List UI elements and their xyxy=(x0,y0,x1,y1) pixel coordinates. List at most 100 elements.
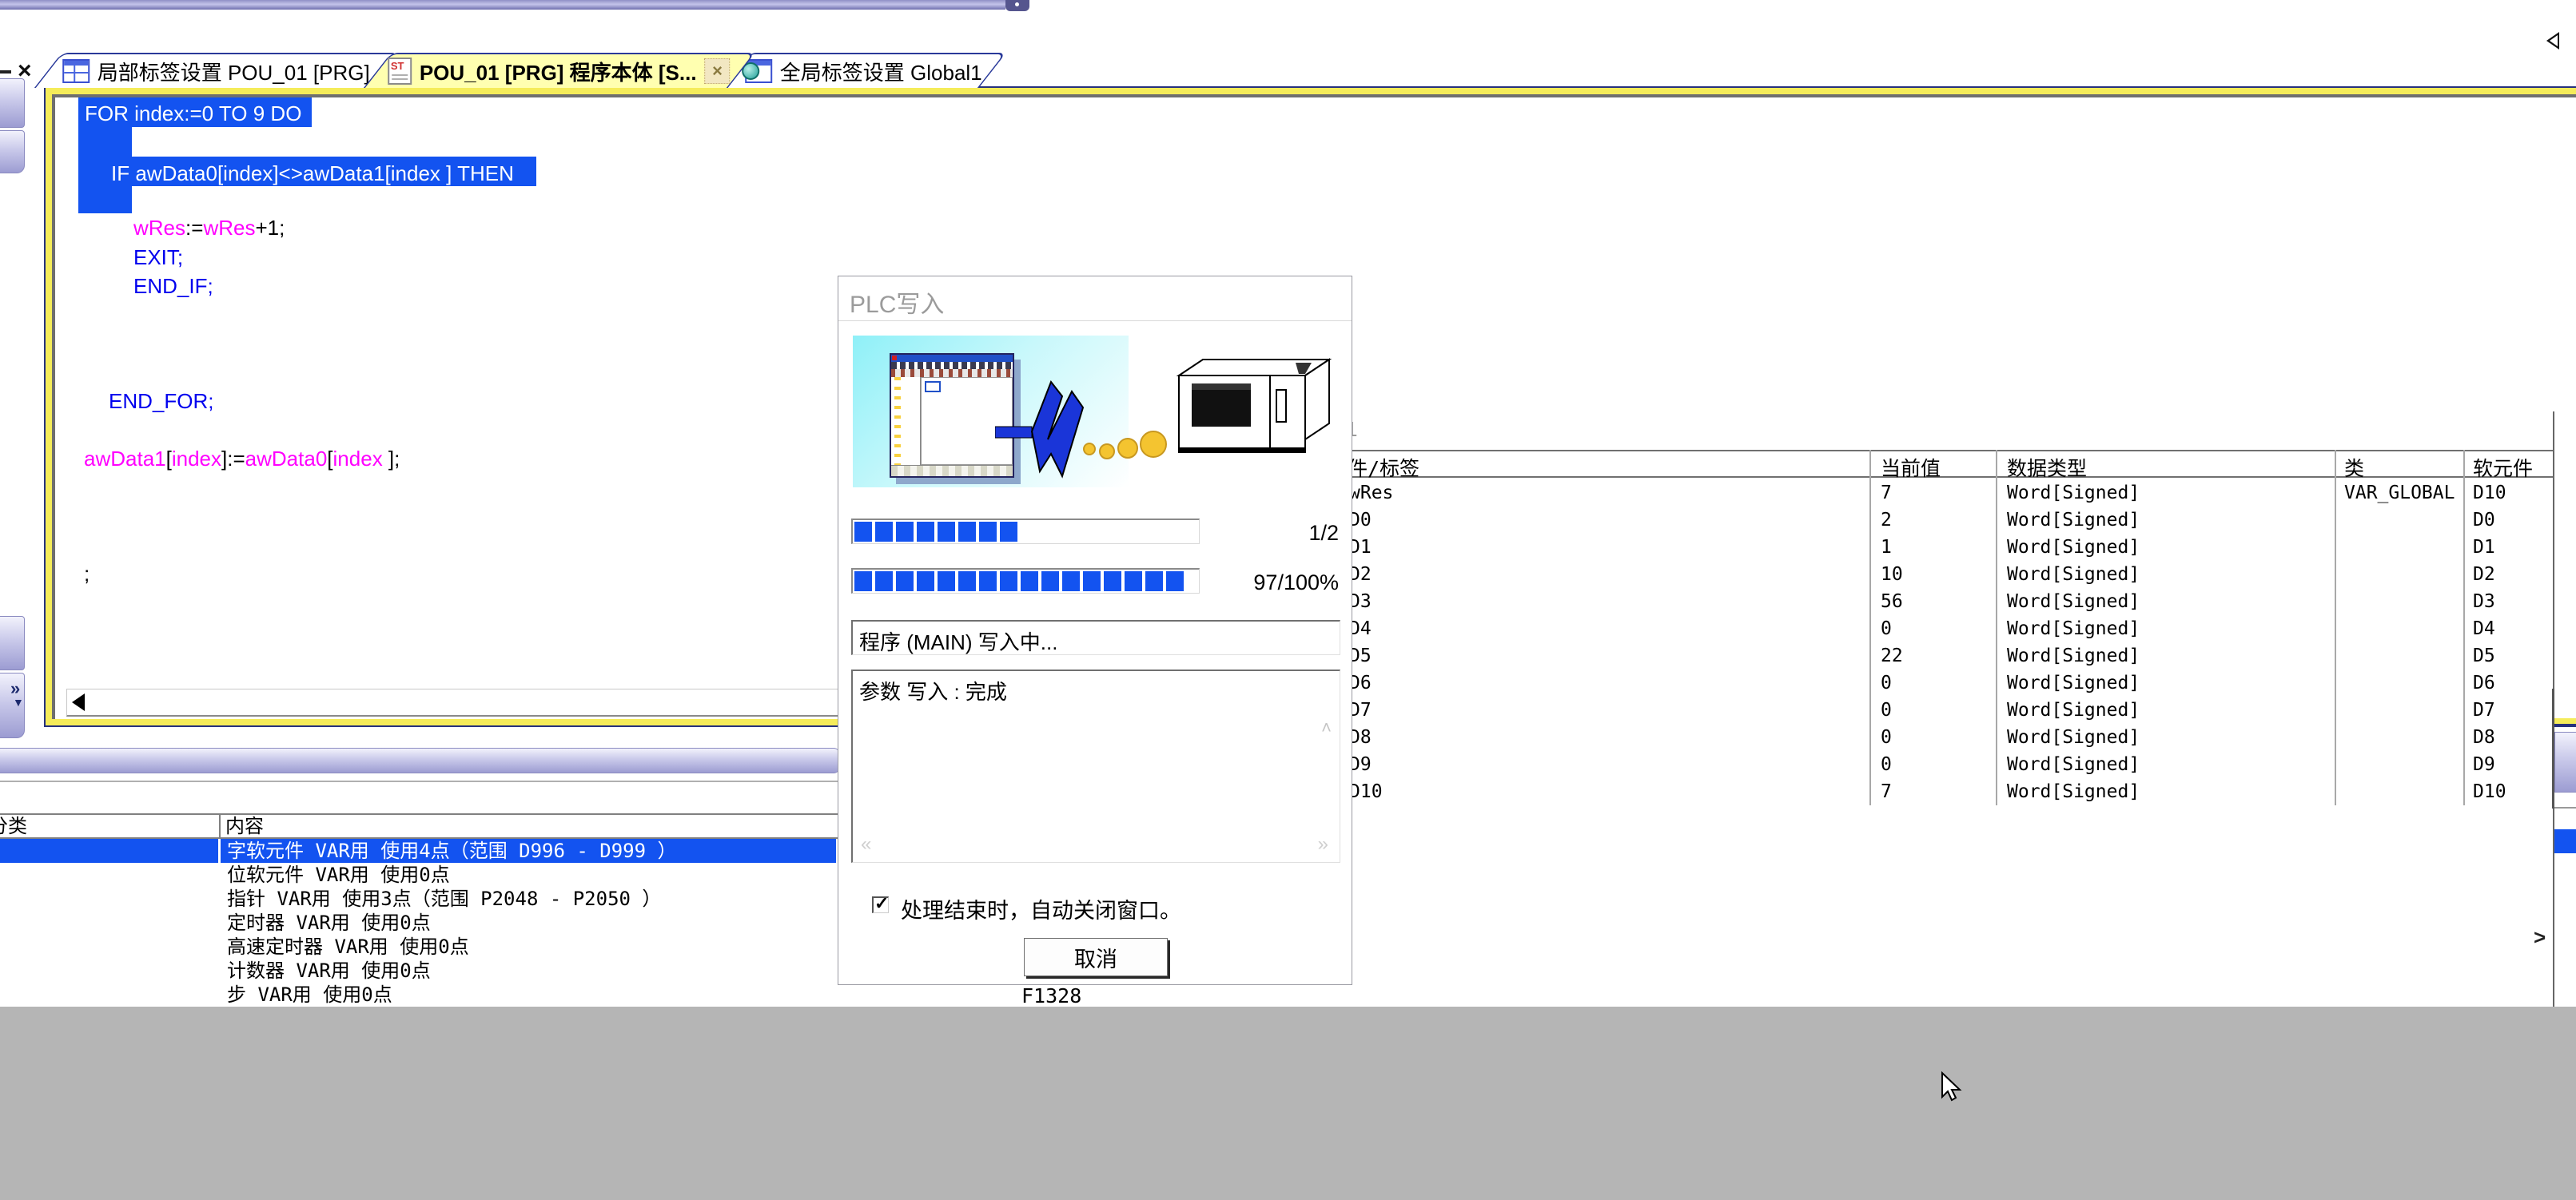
usage-column-header-category[interactable]: 分类 xyxy=(0,815,27,837)
tab-close-icon[interactable]: × xyxy=(705,58,731,84)
watch-table-row[interactable]: D70Word[Signed]D7 xyxy=(1328,697,2553,724)
cell-device-label: D4 xyxy=(1349,615,1372,642)
toolbar-dropdown-icon[interactable]: ▼ xyxy=(13,697,24,708)
cell-device: D3 xyxy=(2473,588,2495,615)
cell-data-type: Word[Signed] xyxy=(2007,534,2140,561)
watch-table-row[interactable]: D60Word[Signed]D6 xyxy=(1328,670,2553,697)
usage-row[interactable]: 高速定时器 VAR用 使用0点 xyxy=(0,935,841,959)
watch-table-row[interactable]: D356Word[Signed]D3 xyxy=(1328,588,2553,615)
cell-current-value: 2 xyxy=(1881,507,1892,534)
watch-column-header-device[interactable]: 软元件 xyxy=(2473,453,2533,482)
auto-close-checkbox[interactable]: ✓ xyxy=(872,896,889,913)
watch-table-row[interactable]: wRes7Word[Signed]VAR_GLOBALD10 xyxy=(1328,479,2553,507)
tab-pou01-program-body[interactable]: ST POU_01 [PRG] 程序本体 [S... × xyxy=(364,53,755,88)
code-line[interactable]: awData1[index]:=awData0[index ]; xyxy=(84,444,400,473)
usage-panel-divider xyxy=(0,781,839,782)
cell-device-label: wRes xyxy=(1349,479,1393,507)
device-usage-table: 分类 内容 字软元件 VAR用 使用4点（范围 D996 - D999 ）位软元… xyxy=(0,813,841,1007)
cell-device-label: D3 xyxy=(1349,588,1372,615)
log-scroll-up-icon[interactable]: ˄ xyxy=(1321,717,1332,738)
log-scroll-right-icon[interactable]: » xyxy=(1318,833,1328,856)
usage-row[interactable]: 位软元件 VAR用 使用0点 xyxy=(0,863,841,887)
log-scroll-left-icon[interactable]: « xyxy=(861,833,871,856)
watch-table-row[interactable]: D107Word[Signed]D10 xyxy=(1328,778,2553,805)
usage-panel-divider-fragment xyxy=(2554,807,2576,809)
watch-table-row[interactable]: D210Word[Signed]D2 xyxy=(1328,561,2553,588)
collapsed-toolbar-fragment[interactable] xyxy=(0,130,25,173)
cell-device-label: D0 xyxy=(1349,507,1372,534)
usage-row-text: 步 VAR用 使用0点 xyxy=(227,983,392,1007)
code-line[interactable]: END_FOR; xyxy=(109,387,213,415)
code-token: wRes xyxy=(203,216,255,240)
tab-label: POU_01 [PRG] 程序本体 [S... xyxy=(420,57,697,86)
watch-window: 监看1 软元件/标签 当前值 数据类型 类 软元件 wRes7Word[Sign… xyxy=(1328,411,2554,1007)
usage-column-header-content[interactable]: 内容 xyxy=(225,815,264,837)
cell-data-type: Word[Signed] xyxy=(2007,507,2140,534)
usage-panel-titlebar-fragment xyxy=(2554,732,2576,793)
docked-titlebar-fragment[interactable] xyxy=(0,0,1005,10)
cell-device-label: D7 xyxy=(1349,697,1372,724)
expand-chevron-icon[interactable]: > xyxy=(2534,925,2546,950)
code-line[interactable]: FOR index:=0 TO 9 DO xyxy=(82,99,304,128)
usage-row[interactable]: 字软元件 VAR用 使用4点（范围 D996 - D999 ） xyxy=(0,839,836,863)
watch-column-header-data-type[interactable]: 数据类型 xyxy=(2007,453,2087,482)
usage-row[interactable]: 计数器 VAR用 使用0点 xyxy=(0,959,841,983)
usage-panel-titlebar[interactable] xyxy=(0,748,840,773)
minimize-icon[interactable] xyxy=(0,70,11,74)
tab-global-label-settings[interactable]: 全局标签设置 Global1 xyxy=(722,53,1006,88)
tab-local-label-settings[interactable]: 局部标签设置 POU_01 [PRG] xyxy=(34,53,399,88)
tab-label: 局部标签设置 POU_01 [PRG] xyxy=(98,57,370,86)
cell-current-value: 0 xyxy=(1881,615,1892,642)
code-line[interactable]: IF awData0[index]<>awData1[index ] THEN xyxy=(109,159,516,188)
cell-device-label: D8 xyxy=(1349,724,1372,751)
code-token: := xyxy=(227,447,245,471)
scrollbar-left-arrow-icon[interactable] xyxy=(72,693,85,711)
collapsed-toolbar-fragment[interactable] xyxy=(0,78,25,128)
cell-data-type: Word[Signed] xyxy=(2007,778,2140,805)
code-token: ; xyxy=(84,562,90,586)
step-label-f1328: F1328 xyxy=(1021,984,1081,1007)
watch-table-row[interactable]: D02Word[Signed]D0 xyxy=(1328,507,2553,534)
watch-column-header-class[interactable]: 类 xyxy=(2344,453,2364,482)
cell-data-type: Word[Signed] xyxy=(2007,724,2140,751)
cell-device: D8 xyxy=(2473,724,2495,751)
cancel-button[interactable]: 取消 xyxy=(1024,938,1168,976)
watch-table-row[interactable]: D40Word[Signed]D4 xyxy=(1328,615,2553,642)
docked-titlebar-button[interactable] xyxy=(1005,0,1029,11)
cell-current-value: 0 xyxy=(1881,697,1892,724)
watch-column-header-current-value[interactable]: 当前值 xyxy=(1881,453,1941,482)
editor-horizontal-scrollbar[interactable] xyxy=(66,689,858,717)
cell-current-value: 7 xyxy=(1881,778,1892,805)
editor-frame-fragment xyxy=(2554,718,2576,724)
cell-class: VAR_GLOBAL xyxy=(2344,479,2455,507)
usage-row-text: 高速定时器 VAR用 使用0点 xyxy=(227,935,469,959)
usage-row[interactable]: 步 VAR用 使用0点 xyxy=(0,983,841,1007)
code-line[interactable]: END_IF; xyxy=(133,272,213,300)
cell-device-label: D9 xyxy=(1349,751,1372,778)
collapsed-toolbar-fragment[interactable] xyxy=(0,616,25,670)
write-log-listbox[interactable]: 参数 写入 : 完成 ˄ « » xyxy=(851,670,1340,863)
usage-row[interactable]: 定时器 VAR用 使用0点 xyxy=(0,911,841,935)
cell-current-value: 1 xyxy=(1881,534,1892,561)
cell-data-type: Word[Signed] xyxy=(2007,561,2140,588)
dialog-title-separator xyxy=(838,320,1352,321)
cell-device: D4 xyxy=(2473,615,2495,642)
code-line[interactable]: wRes:=wRes+1; xyxy=(133,213,285,242)
code-line[interactable]: ; xyxy=(84,559,90,588)
cell-device: D9 xyxy=(2473,751,2495,778)
code-line[interactable]: EXIT; xyxy=(133,243,183,272)
code-token: IF awData0[index]<>awData1[index ] THEN xyxy=(109,161,516,185)
column-separator xyxy=(218,839,221,863)
watch-table-row[interactable]: D80Word[Signed]D8 xyxy=(1328,724,2553,751)
watch-table-row[interactable]: D522Word[Signed]D5 xyxy=(1328,642,2553,670)
code-token: index xyxy=(333,447,388,471)
lightning-bolt-icon xyxy=(995,369,1179,489)
code-token: awData0 xyxy=(245,447,328,471)
watch-table-row[interactable]: D90Word[Signed]D9 xyxy=(1328,751,2553,778)
watch-table-row[interactable]: D11Word[Signed]D1 xyxy=(1328,534,2553,561)
cell-data-type: Word[Signed] xyxy=(2007,479,2140,507)
log-entry: 参数 写入 : 完成 xyxy=(859,676,1007,705)
progress-bar-percent xyxy=(851,568,1200,594)
toolbar-overflow-chevron-icon[interactable]: » xyxy=(10,680,20,697)
usage-row[interactable]: 指针 VAR用 使用3点（范围 P2048 - P2050 ） xyxy=(0,887,841,911)
